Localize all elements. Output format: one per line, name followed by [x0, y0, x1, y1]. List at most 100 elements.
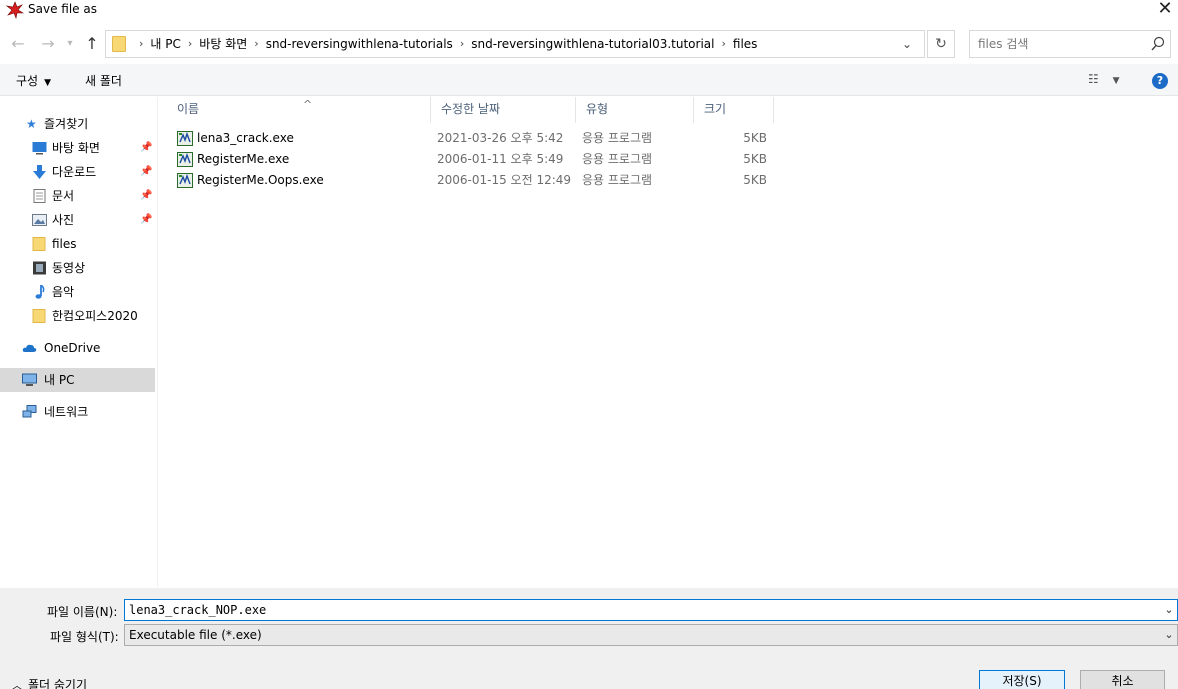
nav-item-documents[interactable]: 문서 📌: [0, 184, 155, 208]
caret-down-icon: ▼: [1112, 76, 1120, 86]
column-header-label: 유형: [586, 102, 609, 116]
column-header-label: 이름: [177, 102, 200, 116]
back-arrow-icon[interactable]: ←: [8, 28, 28, 60]
file-size: 5KB: [743, 131, 767, 145]
column-header-modified[interactable]: 수정한 날짜: [431, 97, 576, 123]
file-size: 5KB: [743, 152, 767, 166]
help-icon[interactable]: ?: [1152, 73, 1168, 89]
close-button[interactable]: ✕: [1152, 0, 1178, 20]
folder-icon: [32, 237, 46, 251]
recent-locations-icon[interactable]: ▾: [64, 28, 76, 60]
chevron-up-icon: ︿: [12, 681, 22, 689]
cancel-button[interactable]: 취소: [1080, 670, 1165, 689]
up-arrow-icon[interactable]: ↑: [82, 28, 102, 60]
folder-icon: [32, 309, 46, 323]
nav-item-hancom[interactable]: 한컴오피스2020: [0, 304, 155, 328]
search-input[interactable]: [978, 35, 1138, 53]
chevron-down-icon[interactable]: ⌄: [1161, 600, 1177, 620]
folder-icon: [112, 36, 126, 52]
filetype-select[interactable]: Executable file (*.exe) ⌄: [124, 624, 1178, 646]
nav-item-files[interactable]: files: [0, 232, 155, 256]
download-icon: [33, 165, 46, 179]
file-type: 응용 프로그램: [582, 173, 653, 187]
breadcrumb-item[interactable]: 바탕 화면: [199, 31, 247, 57]
nav-label: 바탕 화면: [52, 141, 100, 155]
nav-item-downloads[interactable]: 다운로드 📌: [0, 160, 155, 184]
file-list: 이름 ^ 수정한 날짜 유형 크기 lena3_crack.exe 2021-0…: [160, 97, 1178, 587]
organize-button[interactable]: 구성 ▼: [16, 72, 51, 89]
music-icon: [35, 285, 45, 299]
chevron-right-icon[interactable]: ›: [453, 31, 471, 57]
address-bar[interactable]: › 내 PC › 바탕 화면 › snd-reversingwithlena-t…: [105, 30, 925, 58]
nav-item-desktop[interactable]: 바탕 화면 📌: [0, 136, 155, 160]
nav-label: files: [52, 237, 77, 251]
refresh-button[interactable]: ↻: [927, 30, 955, 58]
breadcrumb-item[interactable]: snd-reversingwithlena-tutorials: [266, 31, 453, 57]
file-type: 응용 프로그램: [582, 152, 653, 166]
breadcrumb-item[interactable]: 내 PC: [150, 31, 180, 57]
pin-icon[interactable]: 📌: [140, 136, 152, 160]
bottom-panel: 파일 이름(N): ⌄ 파일 형식(T): Executable file (*…: [0, 588, 1178, 689]
chevron-right-icon[interactable]: ›: [132, 31, 150, 57]
pane-divider[interactable]: [157, 97, 158, 587]
window-title: Save file as: [28, 2, 97, 16]
file-type: 응용 프로그램: [582, 131, 653, 145]
computer-icon: [22, 373, 37, 386]
new-folder-button[interactable]: 새 폴더: [85, 72, 122, 89]
file-row[interactable]: RegisterMe.Oops.exe 2006-01-15 오전 12:49 …: [174, 170, 774, 191]
breadcrumb-item[interactable]: files: [733, 31, 758, 57]
document-icon: [33, 189, 46, 203]
app-icon: [6, 1, 24, 19]
search-icon[interactable]: [1150, 35, 1166, 53]
file-row[interactable]: lena3_crack.exe 2021-03-26 오후 5:42 응용 프로…: [174, 128, 774, 149]
nav-label: 즐겨찾기: [44, 117, 89, 131]
view-options-button[interactable]: ☷ ▼: [1088, 72, 1120, 86]
nav-this-pc[interactable]: 내 PC: [0, 368, 155, 392]
chevron-right-icon[interactable]: ›: [247, 31, 265, 57]
filetype-label: 파일 형식(T):: [50, 630, 119, 644]
file-size: 5KB: [743, 173, 767, 187]
column-header-name[interactable]: 이름 ^: [167, 97, 431, 123]
nav-network[interactable]: 네트워크: [0, 400, 155, 424]
pin-icon[interactable]: 📌: [140, 184, 152, 208]
chevron-down-icon[interactable]: ⌄: [1161, 625, 1177, 645]
nav-label: 문서: [52, 189, 75, 203]
nav-label: 동영상: [52, 261, 86, 275]
nav-label: 내 PC: [44, 373, 75, 387]
nav-label: 한컴오피스2020: [52, 309, 138, 323]
search-box[interactable]: [969, 30, 1171, 58]
chevron-right-icon[interactable]: ›: [181, 31, 199, 57]
filename-input[interactable]: [129, 602, 1149, 618]
nav-onedrive[interactable]: OneDrive: [0, 336, 155, 360]
video-icon: [33, 261, 46, 275]
nav-label: 네트워크: [44, 405, 89, 419]
desktop-icon: [32, 142, 47, 155]
chevron-right-icon[interactable]: ›: [714, 31, 732, 57]
filename-label: 파일 이름(N):: [47, 605, 118, 619]
filename-combobox[interactable]: ⌄: [124, 599, 1178, 621]
save-button[interactable]: 저장(S): [979, 670, 1065, 689]
nav-item-music[interactable]: 음악: [0, 280, 155, 304]
nav-label: OneDrive: [44, 341, 101, 355]
chevron-down-icon[interactable]: ⌄: [900, 31, 914, 57]
column-header-size[interactable]: 크기: [694, 97, 774, 123]
column-header-type[interactable]: 유형: [576, 97, 694, 123]
forward-arrow-icon[interactable]: →: [38, 28, 58, 60]
breadcrumb: › 내 PC › 바탕 화면 › snd-reversingwithlena-t…: [132, 31, 757, 57]
pin-icon[interactable]: 📌: [140, 208, 152, 232]
file-name: RegisterMe.Oops.exe: [197, 173, 324, 187]
sort-ascending-icon: ^: [303, 98, 313, 111]
nav-label: 다운로드: [52, 165, 97, 179]
pin-icon[interactable]: 📌: [140, 160, 152, 184]
network-icon: [22, 405, 37, 418]
details-view-icon: ☷: [1088, 72, 1099, 86]
hide-folders-toggle[interactable]: ︿ 폴더 숨기기: [12, 676, 87, 689]
breadcrumb-item[interactable]: snd-reversingwithlena-tutorial03.tutoria…: [471, 31, 714, 57]
nav-item-pictures[interactable]: 사진 📌: [0, 208, 155, 232]
nav-quick-access[interactable]: ★ 즐겨찾기: [0, 112, 155, 136]
caret-down-icon: ▼: [44, 78, 52, 88]
nav-item-videos[interactable]: 동영상: [0, 256, 155, 280]
nav-label: 사진: [52, 213, 75, 227]
file-row[interactable]: RegisterMe.exe 2006-01-11 오후 5:49 응용 프로그…: [174, 149, 774, 170]
executable-icon: [177, 173, 193, 188]
